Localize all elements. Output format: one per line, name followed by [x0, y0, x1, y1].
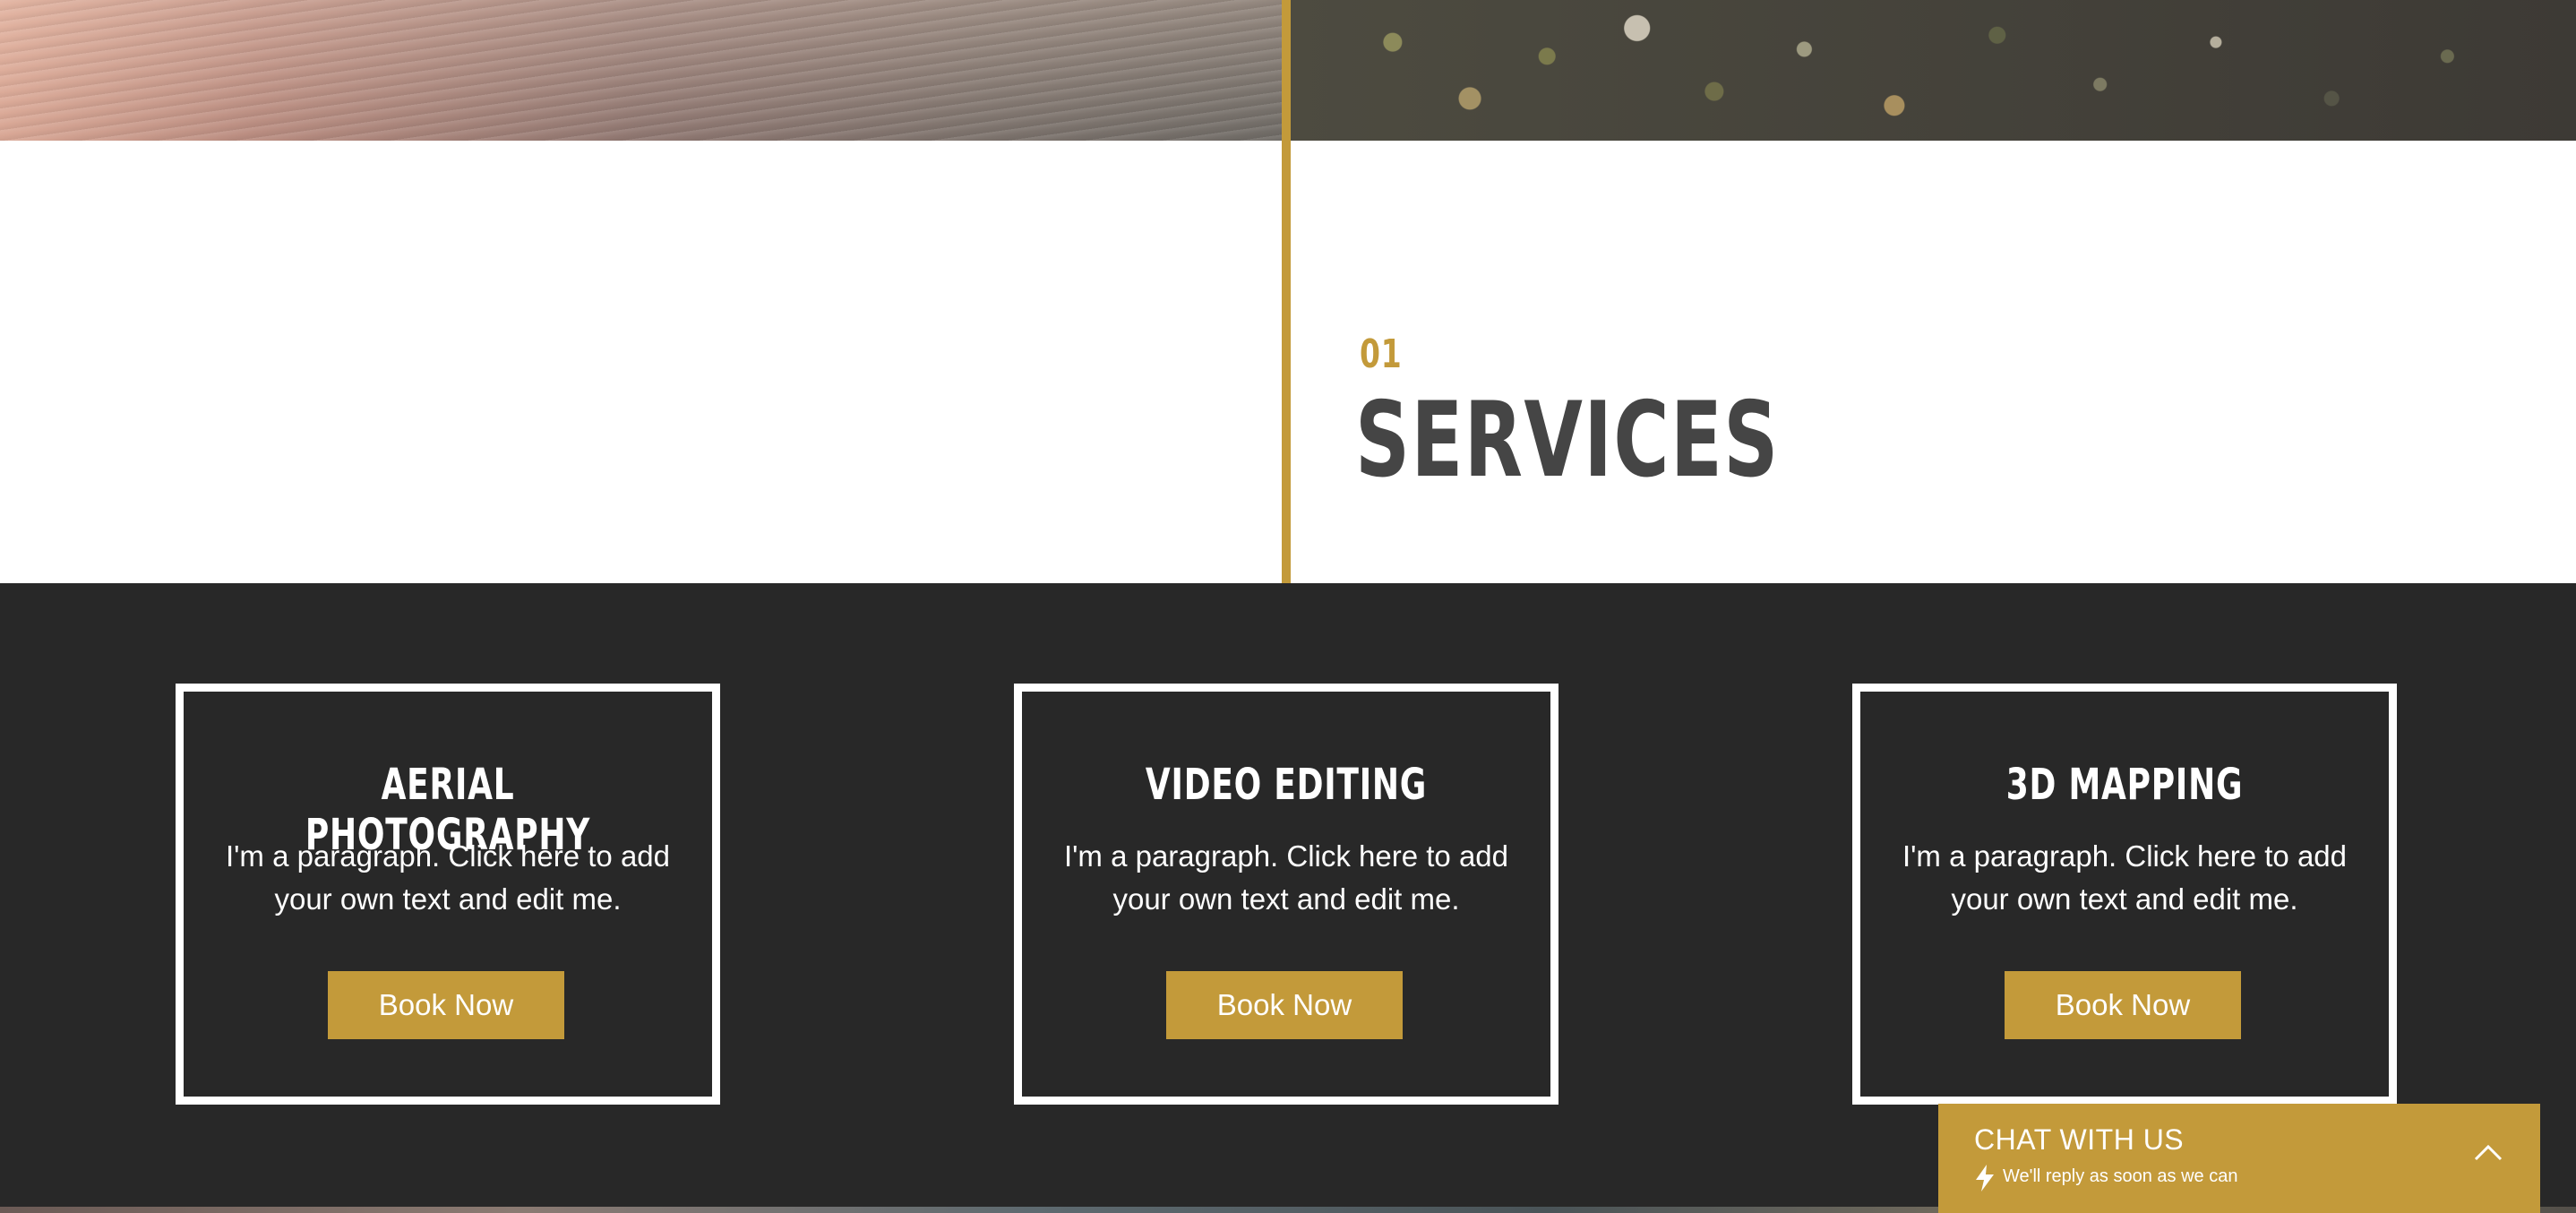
divider-line — [1282, 0, 1291, 583]
chevron-up-icon[interactable] — [2472, 1136, 2504, 1168]
chat-subtitle: We'll reply as soon as we can — [2003, 1166, 2238, 1186]
book-now-button[interactable]: Book Now — [2005, 971, 2241, 1039]
service-description: I'm a paragraph. Click here to add your … — [225, 839, 671, 916]
book-now-button[interactable]: Book Now — [1166, 971, 1403, 1039]
service-description: I'm a paragraph. Click here to add your … — [1902, 839, 2348, 916]
book-now-button[interactable]: Book Now — [328, 971, 564, 1039]
chat-title: CHAT WITH US — [1974, 1123, 2185, 1156]
lightning-icon — [1976, 1165, 1994, 1191]
service-description: I'm a paragraph. Click here to add your … — [1063, 839, 1509, 916]
service-card-aerial-photography: AERIAL PHOTOGRAPHY I'm a paragraph. Clic… — [176, 684, 720, 1105]
service-title: 3D MAPPING — [2005, 760, 2244, 810]
section-title: SERVICES — [1355, 380, 1780, 501]
chat-widget[interactable]: CHAT WITH US We'll reply as soon as we c… — [1938, 1104, 2540, 1213]
section-number: 01 — [1360, 331, 1403, 377]
service-card-video-editing: VIDEO EDITING I'm a paragraph. Click her… — [1014, 684, 1558, 1105]
service-title: VIDEO EDITING — [1145, 760, 1428, 810]
service-card-3d-mapping: 3D MAPPING I'm a paragraph. Click here t… — [1852, 684, 2397, 1105]
